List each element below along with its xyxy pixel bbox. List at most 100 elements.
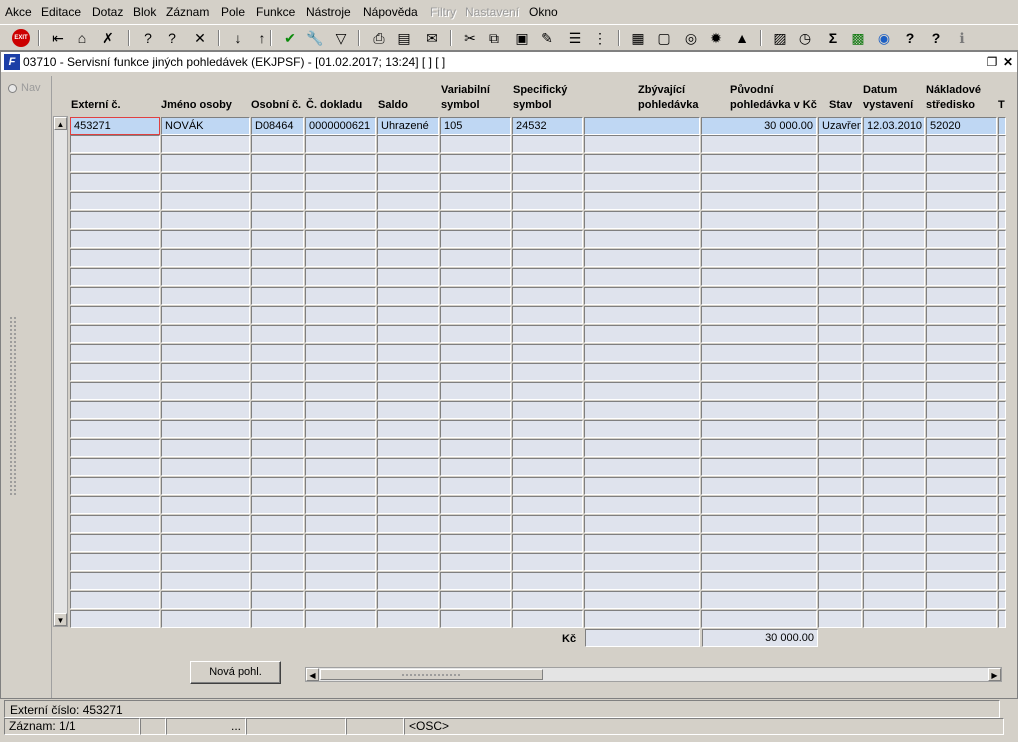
table-cell[interactable] bbox=[701, 420, 817, 438]
table-cell[interactable] bbox=[701, 515, 817, 533]
table-cell[interactable] bbox=[161, 553, 250, 571]
table-cell[interactable] bbox=[161, 325, 250, 343]
table-cell[interactable] bbox=[584, 211, 700, 229]
table-cell[interactable] bbox=[70, 591, 160, 609]
table-cell[interactable] bbox=[161, 344, 250, 362]
table-cell[interactable] bbox=[377, 572, 439, 590]
table-cell[interactable] bbox=[701, 249, 817, 267]
table-cell[interactable] bbox=[998, 249, 1006, 267]
table-cell[interactable] bbox=[863, 420, 925, 438]
table-cell[interactable] bbox=[70, 534, 160, 552]
restore-icon[interactable]: ❐ bbox=[984, 54, 1000, 70]
table-cell[interactable] bbox=[251, 287, 304, 305]
table-cell[interactable] bbox=[251, 249, 304, 267]
table-cell[interactable] bbox=[701, 363, 817, 381]
table-cell[interactable] bbox=[998, 192, 1006, 210]
table-cell[interactable] bbox=[377, 287, 439, 305]
table-cell[interactable] bbox=[161, 154, 250, 172]
table-cell[interactable] bbox=[70, 477, 160, 495]
table-cell[interactable] bbox=[818, 230, 862, 248]
table-cell[interactable] bbox=[512, 401, 583, 419]
table-cell[interactable] bbox=[818, 515, 862, 533]
browser-icon[interactable]: ◉ bbox=[874, 28, 894, 48]
table-cell[interactable] bbox=[926, 306, 997, 324]
document-icon[interactable]: ▢ bbox=[654, 28, 674, 48]
mail-icon[interactable]: ✉ bbox=[422, 28, 442, 48]
table-cell[interactable] bbox=[998, 268, 1006, 286]
table-cell[interactable] bbox=[701, 496, 817, 514]
table-cell[interactable] bbox=[701, 344, 817, 362]
table-cell[interactable] bbox=[440, 363, 511, 381]
table-cell[interactable] bbox=[926, 572, 997, 590]
table-cell[interactable] bbox=[512, 135, 583, 153]
table-cell[interactable] bbox=[584, 325, 700, 343]
menu-nastroje[interactable]: Nástroje bbox=[306, 5, 351, 19]
cancel-query-icon[interactable]: ✕ bbox=[190, 28, 210, 48]
table-cell[interactable] bbox=[70, 211, 160, 229]
table-cell[interactable] bbox=[701, 610, 817, 628]
table-cell[interactable] bbox=[584, 401, 700, 419]
table-cell[interactable] bbox=[440, 515, 511, 533]
warning-icon[interactable]: ▲ bbox=[732, 28, 752, 48]
table-cell[interactable] bbox=[818, 477, 862, 495]
table-cell[interactable] bbox=[305, 306, 376, 324]
splitter-grip[interactable] bbox=[9, 316, 17, 496]
table-cell[interactable] bbox=[251, 553, 304, 571]
table-cell[interactable] bbox=[863, 268, 925, 286]
table-cell[interactable] bbox=[584, 458, 700, 476]
table-cell[interactable] bbox=[863, 382, 925, 400]
table-cell[interactable] bbox=[863, 306, 925, 324]
table-cell[interactable] bbox=[701, 572, 817, 590]
excel-icon[interactable]: ▩ bbox=[848, 28, 868, 48]
table-cell[interactable] bbox=[512, 306, 583, 324]
table-cell[interactable] bbox=[70, 610, 160, 628]
table-cell[interactable]: 30 000.00 bbox=[701, 117, 817, 135]
table-cell[interactable] bbox=[305, 439, 376, 457]
table-cell[interactable] bbox=[818, 268, 862, 286]
table-cell[interactable] bbox=[377, 553, 439, 571]
table-cell[interactable] bbox=[863, 135, 925, 153]
table-cell[interactable] bbox=[440, 135, 511, 153]
table-cell[interactable] bbox=[584, 439, 700, 457]
table-cell[interactable] bbox=[440, 268, 511, 286]
table-cell[interactable] bbox=[70, 515, 160, 533]
table-cell[interactable] bbox=[701, 230, 817, 248]
table-cell[interactable] bbox=[584, 173, 700, 191]
table-cell[interactable] bbox=[863, 249, 925, 267]
table-cell[interactable] bbox=[251, 173, 304, 191]
table-cell[interactable] bbox=[512, 154, 583, 172]
table-cell[interactable] bbox=[998, 496, 1006, 514]
horizontal-scroll-thumb[interactable] bbox=[320, 669, 543, 680]
table-cell[interactable] bbox=[512, 458, 583, 476]
table-cell[interactable] bbox=[998, 477, 1006, 495]
table-cell[interactable] bbox=[926, 515, 997, 533]
table-cell[interactable] bbox=[584, 420, 700, 438]
table-cell[interactable] bbox=[584, 192, 700, 210]
table-cell[interactable] bbox=[863, 363, 925, 381]
table-cell[interactable] bbox=[251, 591, 304, 609]
table-cell[interactable] bbox=[926, 230, 997, 248]
table-cell[interactable] bbox=[440, 439, 511, 457]
table-cell[interactable] bbox=[998, 382, 1006, 400]
table-cell[interactable] bbox=[584, 117, 700, 135]
vertical-scrollbar[interactable]: ▲ ▼ bbox=[53, 116, 68, 627]
table-cell[interactable] bbox=[863, 515, 925, 533]
table-cell[interactable] bbox=[70, 344, 160, 362]
table-cell[interactable] bbox=[440, 572, 511, 590]
cut-icon[interactable]: ✂ bbox=[460, 28, 480, 48]
table-cell[interactable] bbox=[251, 135, 304, 153]
calendar-icon[interactable]: ▦ bbox=[628, 28, 648, 48]
table-cell[interactable] bbox=[161, 401, 250, 419]
table-cell[interactable] bbox=[701, 211, 817, 229]
table-cell[interactable] bbox=[440, 420, 511, 438]
table-cell[interactable] bbox=[863, 344, 925, 362]
table-cell[interactable] bbox=[584, 363, 700, 381]
table-cell[interactable] bbox=[251, 610, 304, 628]
table-cell[interactable] bbox=[70, 439, 160, 457]
table-cell[interactable] bbox=[305, 249, 376, 267]
table-cell[interactable] bbox=[818, 591, 862, 609]
table-cell[interactable] bbox=[70, 173, 160, 191]
table-cell[interactable] bbox=[70, 420, 160, 438]
table-cell[interactable] bbox=[305, 458, 376, 476]
table-cell[interactable] bbox=[998, 534, 1006, 552]
